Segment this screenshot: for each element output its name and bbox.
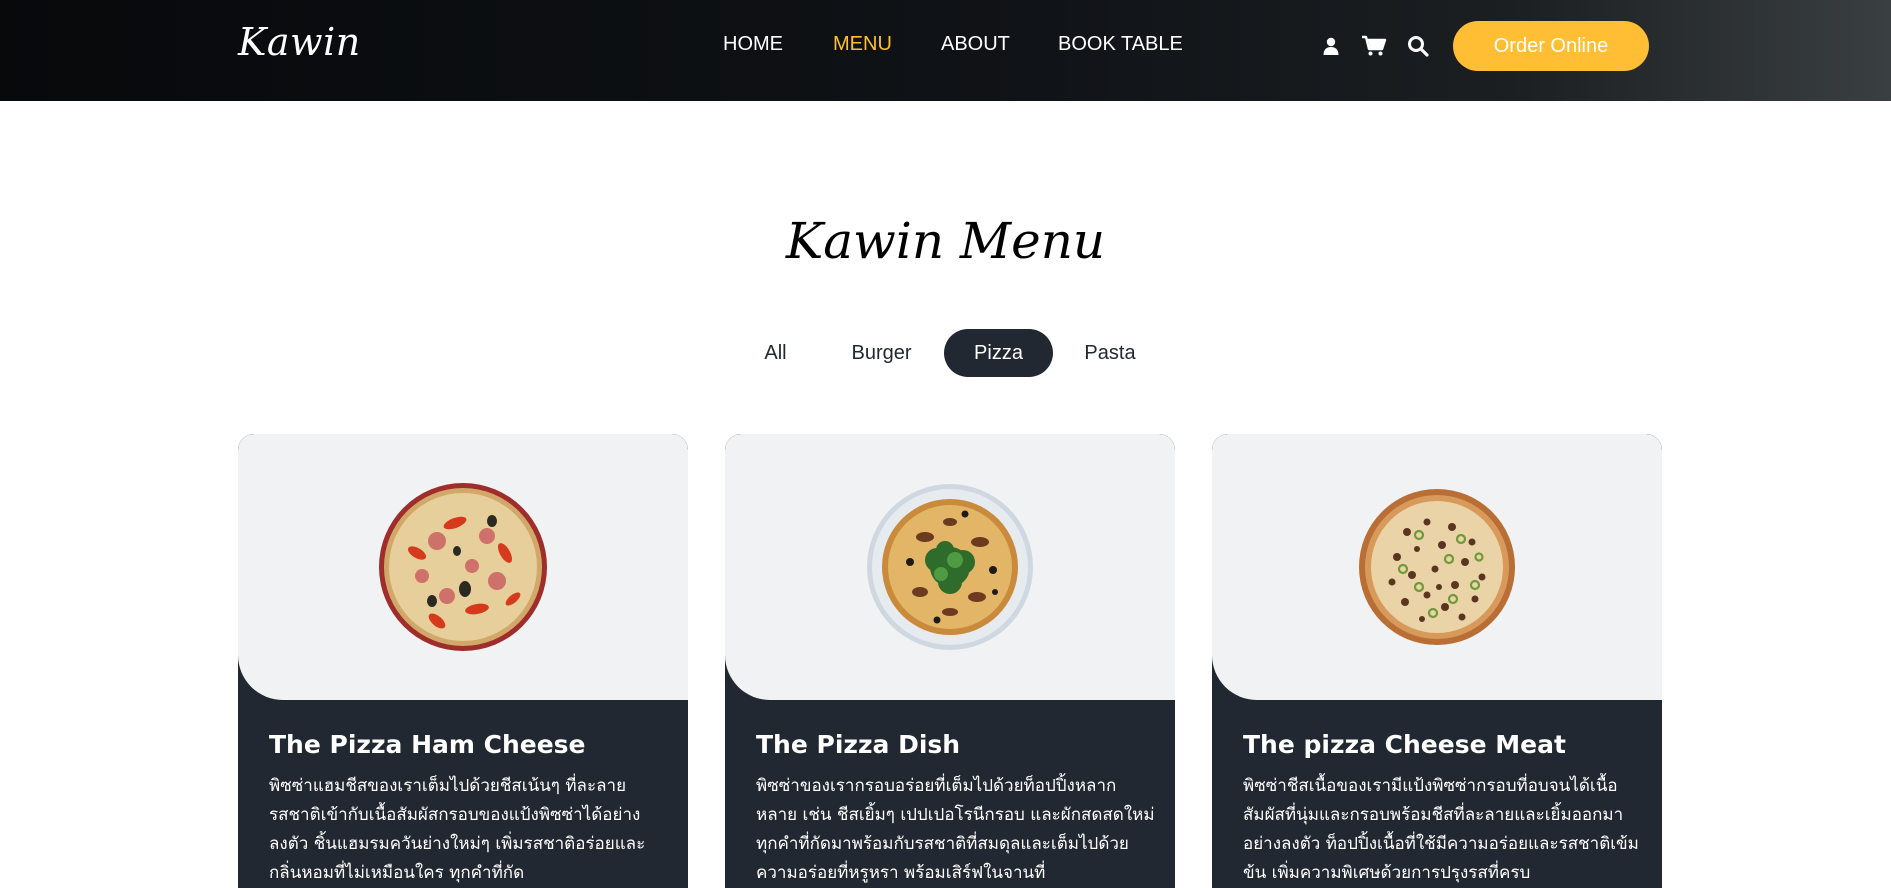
card-title: The Pizza Ham Cheese: [269, 730, 586, 759]
menu-card[interactable]: The Pizza Dish พิซซ่าของเรากรอบอร่อยที่เ…: [725, 434, 1175, 888]
nav-menu[interactable]: MENU: [833, 33, 892, 56]
pizza-ham-cheese-image: [379, 483, 547, 651]
nav-home[interactable]: HOME: [723, 33, 783, 56]
order-online-button[interactable]: Order Online: [1453, 21, 1649, 71]
card-description: พิซซ่าชีสเนื้อของเรามีแป้งพิซซ่ากรอบที่อ…: [1243, 776, 1639, 883]
filter-pasta[interactable]: Pasta: [1075, 329, 1145, 377]
card-title: The pizza Cheese Meat: [1243, 730, 1566, 759]
card-title: The Pizza Dish: [756, 730, 961, 759]
card-description: พิซซ่าแฮมชีสของเราเต็มไปด้วยชีสเน้นๆ ที่…: [269, 776, 646, 883]
menu-heading: Kawin Menu: [785, 212, 1106, 270]
header: Kawin HOME MENU ABOUT BOOK TABLE Order O…: [0, 0, 1891, 101]
nav-book-table[interactable]: BOOK TABLE: [1058, 33, 1183, 56]
card-image-area: [238, 434, 688, 700]
filter-all[interactable]: All: [743, 329, 808, 377]
pizza-dish-image: [867, 484, 1033, 650]
filter-pizza[interactable]: Pizza: [944, 329, 1053, 377]
menu-filters: All Burger Pizza Pasta: [0, 329, 1891, 377]
site-logo[interactable]: Kawin: [238, 20, 361, 64]
card-image-area: [725, 434, 1175, 700]
nav-about[interactable]: ABOUT: [941, 33, 1010, 56]
card-image-area: [1212, 434, 1662, 700]
pizza-cheese-meat-image: [1359, 489, 1515, 645]
user-icon[interactable]: [1319, 34, 1343, 58]
filter-burger[interactable]: Burger: [840, 329, 923, 377]
cart-icon[interactable]: [1361, 34, 1387, 58]
menu-card[interactable]: The Pizza Ham Cheese พิซซ่าแฮมชีสของเราเ…: [238, 434, 688, 888]
search-icon[interactable]: [1406, 34, 1430, 58]
menu-card[interactable]: The pizza Cheese Meat พิซซ่าชีสเนื้อของเ…: [1212, 434, 1662, 888]
card-description: พิซซ่าของเรากรอบอร่อยที่เต็มไปด้วยท็อปปิ…: [756, 776, 1155, 883]
